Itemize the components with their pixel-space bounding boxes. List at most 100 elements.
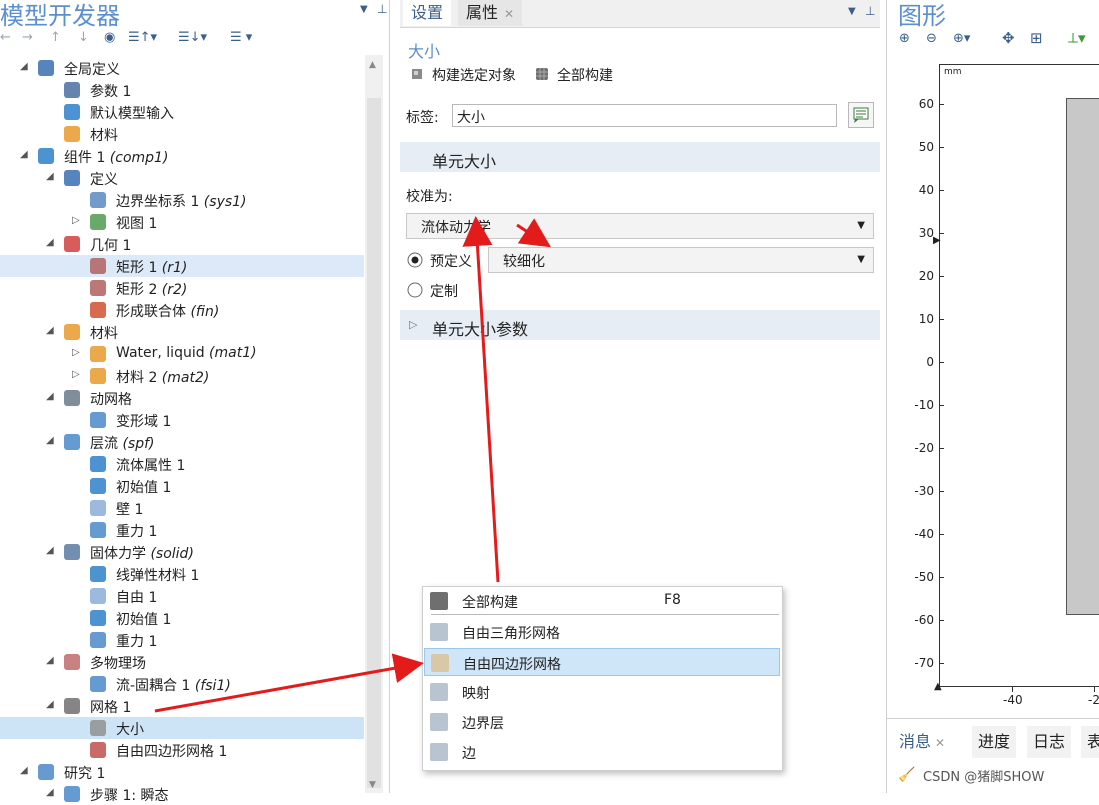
tree-item[interactable]: 形成联合体 (fin) [0,299,364,321]
move-down-icon[interactable]: ↓ [78,30,89,45]
panel-menu-icon[interactable]: ▼ [360,4,368,15]
forward-icon[interactable]: → [22,30,33,45]
tree-item[interactable]: 壁 1 [0,497,364,519]
collapse-sections-icon[interactable]: ☰↓▾ [178,30,207,45]
context-menu-item[interactable]: 全部构建 F8 [424,587,780,615]
show-icon[interactable]: ◉ [104,30,115,45]
tab-progress[interactable]: 进度 [972,726,1017,758]
tree-item[interactable]: 重力 1 [0,629,364,651]
build-all-icon[interactable] [535,67,549,81]
collapse-icon[interactable]: ◢ [46,435,54,446]
chevron-right-icon[interactable]: ▷ [409,318,417,331]
tree-item[interactable]: 矩形 1 (r1) [0,255,364,277]
expand-sections-icon[interactable]: ☰↑▾ [128,30,157,45]
tab-table[interactable]: 表 [1081,726,1099,758]
context-menu-item[interactable]: 自由四边形网格 [424,648,780,676]
context-menu-item[interactable]: 自由三角形网格 [424,618,780,646]
tree-item[interactable]: 默认模型输入 [0,101,364,123]
tree-scrollbar-thumb[interactable] [367,98,381,788]
tab-properties[interactable]: 属性 ✕ [458,0,523,26]
scroll-down-icon[interactable]: ▼ [369,780,376,790]
tree-item[interactable]: ◢ 定义 [0,167,364,189]
build-all-button[interactable]: 全部构建 [557,65,613,85]
zoom-selected-icon[interactable]: ⊞ [1030,29,1043,47]
close-icon[interactable]: ✕ [935,736,945,750]
tree-item[interactable]: 流体属性 1 [0,453,364,475]
view-axes-icon[interactable]: ⟂▾ [1068,29,1086,47]
tree-item[interactable]: ◢ 网格 1 [0,695,364,717]
zoom-out-icon[interactable]: ⊖ [926,31,937,46]
close-icon[interactable]: ✕ [504,7,514,21]
tree-item-text: 组件 1 [64,150,106,166]
tree-item[interactable]: 线弹性材料 1 [0,563,364,585]
predefined-select[interactable]: 较细化 ▼ [488,247,874,273]
settings-menu-icon[interactable]: ▼ [848,6,856,17]
tree-item[interactable]: ◢ 固体力学 (solid) [0,541,364,563]
tree-item[interactable]: ◢ 材料 [0,321,364,343]
build-selected-button[interactable]: 构建选定对象 [432,65,516,85]
tree-item[interactable]: ◢ 动网格 [0,387,364,409]
collapse-icon[interactable]: ◢ [46,171,54,182]
tree-item[interactable]: ◢ 组件 1 (comp1) [0,145,364,167]
tree-item[interactable]: 初始值 1 [0,607,364,629]
collapse-icon[interactable]: ◢ [20,61,28,72]
study-icon [38,764,54,780]
tree-item[interactable]: 矩形 2 (r2) [0,277,364,299]
zoom-extents-icon[interactable]: ✥ [1002,29,1015,47]
pin-icon[interactable]: ⊥ [377,2,387,16]
tree-item[interactable]: ▷ 视图 1 [0,211,364,233]
settings-pin-icon[interactable]: ⊥ [865,4,875,18]
context-menu-item[interactable]: 映射 [424,678,780,706]
tab-log[interactable]: 日志 [1027,726,1072,758]
tree-item[interactable]: 自由 1 [0,585,364,607]
y-tick-label: 20 [918,269,934,283]
scroll-up-icon[interactable]: ▲ [369,60,376,70]
tree-item[interactable]: ◢ 多物理场 [0,651,364,673]
tree-item[interactable]: 参数 1 [0,79,364,101]
geometry-rectangle[interactable] [1066,98,1099,615]
tree-item[interactable]: ◢ 全局定义 [0,57,364,79]
collapse-icon[interactable]: ◢ [46,237,54,248]
tab-messages[interactable]: 消息 ✕ [893,726,952,758]
collapse-icon[interactable]: ◢ [46,545,54,556]
label-input[interactable]: 大小 [452,104,837,127]
tree-item[interactable]: ◢ 几何 1 [0,233,364,255]
tree-item-label: 层流 (spf) [90,433,154,453]
tab-settings[interactable]: 设置 [403,0,452,26]
tree-item[interactable]: ◢ 步骤 1: 瞬态 [0,783,364,805]
tree-item[interactable]: ◢ 层流 (spf) [0,431,364,453]
tree-item[interactable]: ◢ 研究 1 [0,761,364,783]
tree-item[interactable]: 材料 [0,123,364,145]
tree-item[interactable]: 自由四边形网格 1 [0,739,364,761]
zoom-box-icon[interactable]: ⊕▾ [953,31,970,46]
tree-item[interactable]: 大小 [0,717,364,739]
collapse-icon[interactable]: ◢ [20,149,28,160]
clear-icon[interactable]: 🧹 [898,767,915,783]
expand-icon[interactable]: ▷ [72,347,80,358]
context-menu-item[interactable]: 边界层 [424,708,780,736]
context-menu-item[interactable]: 边 [424,738,780,766]
list-options-icon[interactable]: ☰ ▾ [230,30,252,45]
tree-item[interactable]: ▷ Water, liquid (mat1) [0,343,364,365]
back-icon[interactable]: ← [0,30,11,45]
collapse-icon[interactable]: ◢ [46,655,54,666]
tree-item[interactable]: 重力 1 [0,519,364,541]
expand-icon[interactable]: ▷ [72,215,80,226]
expand-icon[interactable]: ▷ [72,369,80,380]
tree-item[interactable]: ▷ 材料 2 (mat2) [0,365,364,387]
predefined-radio[interactable] [407,252,423,268]
tree-item[interactable]: 初始值 1 [0,475,364,497]
tree-item[interactable]: 边界坐标系 1 (sys1) [0,189,364,211]
collapse-icon[interactable]: ◢ [20,765,28,776]
move-up-icon[interactable]: ↑ [50,30,61,45]
build-selected-icon[interactable] [410,67,424,81]
calibrate-select[interactable]: 流体动力学 ▼ [406,213,874,239]
zoom-in-icon[interactable]: ⊕ [899,31,910,46]
label-comment-button[interactable] [848,102,874,128]
tree-item[interactable]: 变形域 1 [0,409,364,431]
tree-item[interactable]: 流-固耦合 1 (fsi1) [0,673,364,695]
collapse-icon[interactable]: ◢ [46,325,54,336]
custom-radio[interactable] [407,282,423,298]
collapse-icon[interactable]: ◢ [46,699,54,710]
collapse-icon[interactable]: ◢ [46,391,54,402]
